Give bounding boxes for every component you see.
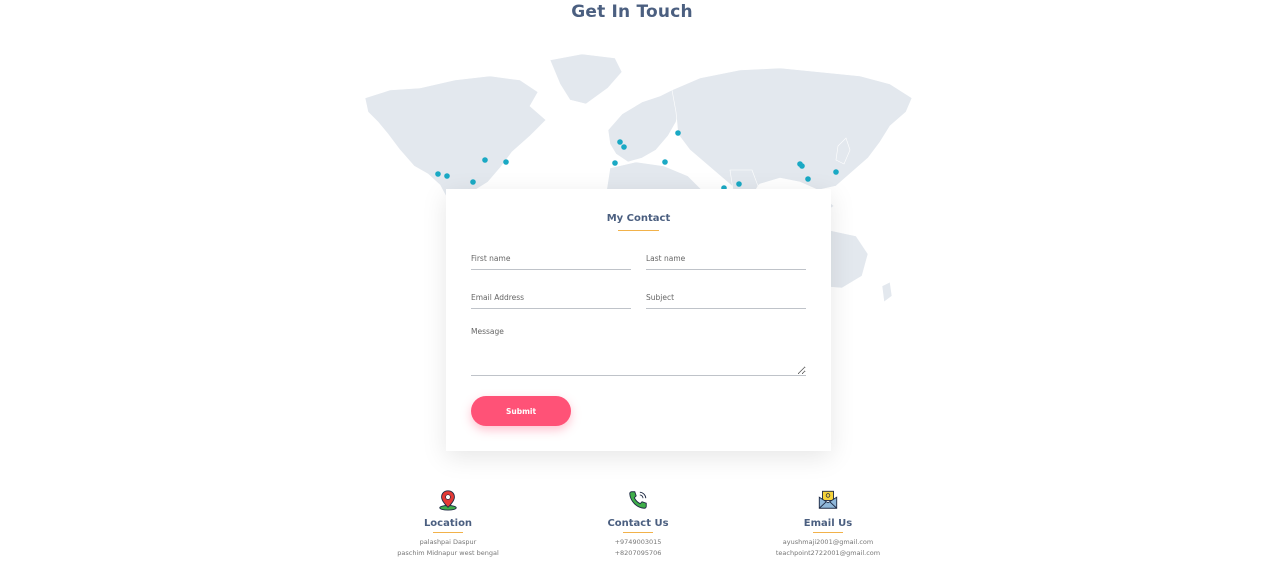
location-title: Location [423,518,473,529]
page-title: Get In Touch [571,2,693,22]
location-line-1: palashpai Daspur [419,538,477,546]
email-input[interactable] [471,286,631,309]
contact-form-card: My Contact Submit [446,189,831,451]
contact-title-underline [623,532,653,533]
submit-button[interactable]: Submit [471,396,571,426]
email-title: Email Us [803,518,853,529]
email-info: Email Us ayushmaji2001@gmail.com teachpo… [733,489,923,559]
email-address-2: teachpoint2722001@gmail.com [775,549,881,557]
contact-info: Contact Us +9749003015 +8207095706 [543,489,733,559]
subject-input[interactable] [646,286,806,309]
first-name-input[interactable] [471,247,631,270]
email-title-underline [813,532,843,533]
location-line-2: paschim Midnapur west bengal [397,549,499,557]
title-underline [618,230,659,231]
phone-icon [629,491,647,509]
phone-number-1: +9749003015 [614,538,662,546]
mail-icon [818,490,838,509]
phone-number-2: +8207095706 [614,549,662,557]
location-title-underline [433,532,463,533]
email-address-1: ayushmaji2001@gmail.com [782,538,874,546]
contact-form-title: My Contact [606,213,671,224]
contact-title: Contact Us [607,518,669,529]
location-pin-icon [439,490,457,511]
last-name-input[interactable] [646,247,806,270]
message-textarea[interactable] [471,327,806,376]
location-info: Location palashpai Daspur paschim Midnap… [353,489,543,559]
